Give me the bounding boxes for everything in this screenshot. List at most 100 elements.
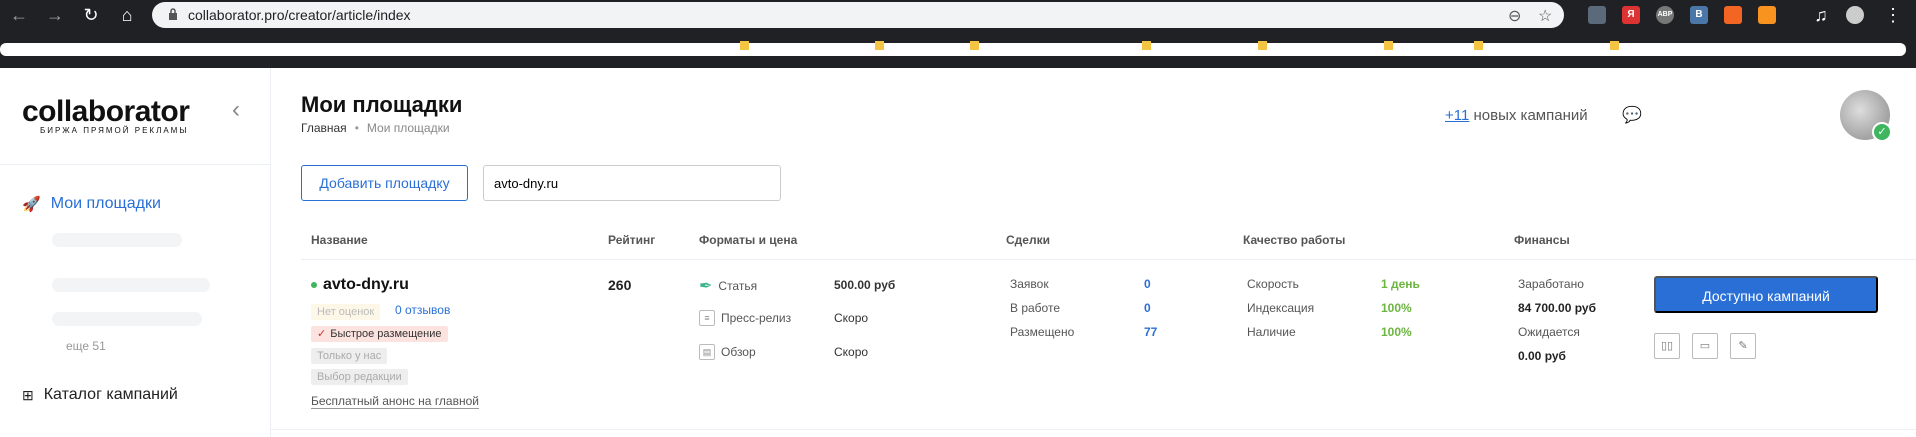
breadcrumb-current: Мои площадки	[366, 121, 450, 135]
ext-monitor-icon[interactable]	[1588, 6, 1606, 24]
deals-value[interactable]: 0	[1144, 277, 1151, 291]
new-campaigns-text: новых кампаний	[1469, 107, 1588, 124]
verified-check-icon: ✓	[1872, 122, 1892, 142]
free-announce-link[interactable]: Бесплатный анонс на главной	[311, 394, 479, 409]
format-review[interactable]: ▤ Обзор	[699, 344, 756, 360]
ext-rss-icon[interactable]	[1724, 6, 1742, 24]
bookmark-folder-icon[interactable]	[970, 41, 979, 50]
bookmark-folder-icon[interactable]	[1142, 41, 1151, 50]
site-list-item[interactable]	[52, 278, 210, 292]
bookmarks-strip	[0, 43, 1906, 56]
only-here-badge: Только у нас	[311, 348, 388, 364]
add-site-button[interactable]: Добавить площадку	[301, 165, 468, 201]
quality-label: Индексация	[1247, 301, 1315, 315]
breadcrumb-home[interactable]: Главная	[301, 121, 347, 135]
format-price: Скоро	[834, 311, 869, 325]
site-list-item[interactable]	[52, 312, 202, 326]
more-sites-link[interactable]: еще 51	[66, 339, 106, 353]
avatar[interactable]: ✓	[1840, 90, 1892, 142]
grid-icon: ⊞	[22, 386, 34, 403]
ext-vk-icon[interactable]: B	[1690, 6, 1708, 24]
document-icon: ≡	[699, 310, 715, 326]
deals-label: Размещено	[1010, 325, 1075, 339]
nav-catalog[interactable]: ⊞ Каталог кампаний	[22, 386, 178, 404]
forward-icon[interactable]: →	[44, 4, 66, 26]
bookmark-folder-icon[interactable]	[1474, 41, 1483, 50]
divider	[0, 164, 271, 165]
new-campaigns: +11 новых кампаний	[1445, 107, 1588, 124]
site-list-item[interactable]	[52, 233, 182, 247]
deals-label: В работе	[1010, 301, 1061, 315]
search-input[interactable]	[483, 165, 781, 201]
zoom-icon[interactable]: ⊖	[1508, 6, 1521, 26]
reviews-link[interactable]: 0 отзывов	[395, 303, 450, 317]
fast-placement-badge: ✓ Быстрое размещение	[311, 326, 448, 342]
bookmark-folder-icon[interactable]	[1384, 41, 1393, 50]
lock-icon	[169, 8, 177, 20]
earned-label: Заработано	[1518, 277, 1584, 291]
collapse-sidebar-icon[interactable]: ‹	[232, 96, 240, 124]
available-campaigns-button[interactable]: Доступно кампаний	[1654, 276, 1878, 313]
bookmark-folder-icon[interactable]	[1610, 41, 1619, 50]
column-header-rating: Рейтинг	[608, 233, 656, 247]
column-header-finance: Финансы	[1514, 233, 1570, 247]
profile-avatar-icon[interactable]	[1846, 6, 1864, 24]
expected-label: Ожидается	[1518, 325, 1580, 339]
format-name: Статья	[718, 279, 758, 293]
edit-pencil-icon[interactable]: ✎	[1730, 333, 1756, 359]
nav-my-sites[interactable]: 🚀 Мои площадки	[22, 195, 161, 213]
editors-choice-badge: Выбор редакции	[311, 369, 408, 385]
bookmark-folder-icon[interactable]	[875, 41, 884, 50]
address-bar[interactable]: collaborator.pro/creator/article/index ⊖…	[152, 2, 1564, 28]
format-price: 500.00 руб	[834, 278, 896, 292]
pause-icon[interactable]: ▯▯	[1654, 333, 1680, 359]
archive-icon[interactable]: ▭	[1692, 333, 1718, 359]
page-title: Мои площадки	[301, 92, 463, 117]
no-ratings-badge: Нет оценок	[311, 304, 381, 320]
format-name: Пресс-релиз	[721, 311, 792, 325]
logo[interactable]: collaborator	[22, 95, 190, 129]
rating-value: 260	[608, 277, 632, 293]
quality-label: Наличие	[1247, 325, 1296, 339]
nav-catalog-label: Каталог кампаний	[43, 386, 178, 403]
format-press-release[interactable]: ≡ Пресс-релиз	[699, 310, 791, 326]
ext-yandex-icon[interactable]: Я	[1622, 6, 1640, 24]
deals-value[interactable]: 77	[1144, 325, 1157, 339]
format-article[interactable]: ✒ Статья	[699, 276, 757, 296]
menu-dots-icon[interactable]: ⋮	[1882, 4, 1904, 26]
fast-placement-label: Быстрое размещение	[330, 328, 442, 340]
deals-label: Заявок	[1010, 277, 1049, 291]
url-text: collaborator.pro/creator/article/index	[188, 7, 411, 23]
format-name: Обзор	[721, 345, 756, 359]
quality-value: 100%	[1381, 325, 1412, 339]
bookmark-star-icon[interactable]: ☆	[1538, 6, 1552, 26]
breadcrumb-separator: •	[354, 121, 359, 135]
logo-tagline: БИРЖА ПРЯМОЙ РЕКЛАМЫ	[40, 126, 189, 135]
quality-label: Скорость	[1247, 277, 1299, 291]
chat-icon[interactable]: 💬	[1622, 105, 1642, 125]
fast-placement-icon: ✓	[317, 328, 327, 340]
site-name: avto-dny.ru	[323, 276, 409, 293]
browser-toolbar: ← → ↻ ⌂ collaborator.pro/creator/article…	[0, 0, 1916, 30]
quality-value: 1 день	[1381, 277, 1420, 291]
breadcrumb: Главная • Мои площадки	[301, 121, 450, 135]
reload-icon[interactable]: ↻	[80, 4, 102, 26]
feather-icon: ✒	[699, 278, 713, 295]
column-header-deals: Сделки	[1006, 233, 1050, 247]
divider	[271, 429, 1916, 430]
column-header-name: Название	[311, 233, 368, 247]
back-icon[interactable]: ←	[8, 4, 30, 26]
status-dot-icon	[311, 282, 317, 288]
rocket-icon: 🚀	[22, 196, 41, 213]
new-campaigns-link[interactable]: +11	[1445, 107, 1469, 124]
ext-ok-icon[interactable]	[1758, 6, 1776, 24]
home-icon[interactable]: ⌂	[116, 4, 138, 26]
site-name-link[interactable]: avto-dny.ru	[311, 276, 409, 294]
bookmark-folder-icon[interactable]	[1258, 41, 1267, 50]
ext-abp-icon[interactable]: ABP	[1656, 6, 1674, 24]
sidebar: collaborator БИРЖА ПРЯМОЙ РЕКЛАМЫ ‹ 🚀 Мо…	[0, 68, 271, 437]
divider	[301, 259, 1916, 260]
bookmark-folder-icon[interactable]	[740, 41, 749, 50]
media-icon[interactable]: ♫	[1810, 4, 1832, 26]
deals-value[interactable]: 0	[1144, 301, 1151, 315]
